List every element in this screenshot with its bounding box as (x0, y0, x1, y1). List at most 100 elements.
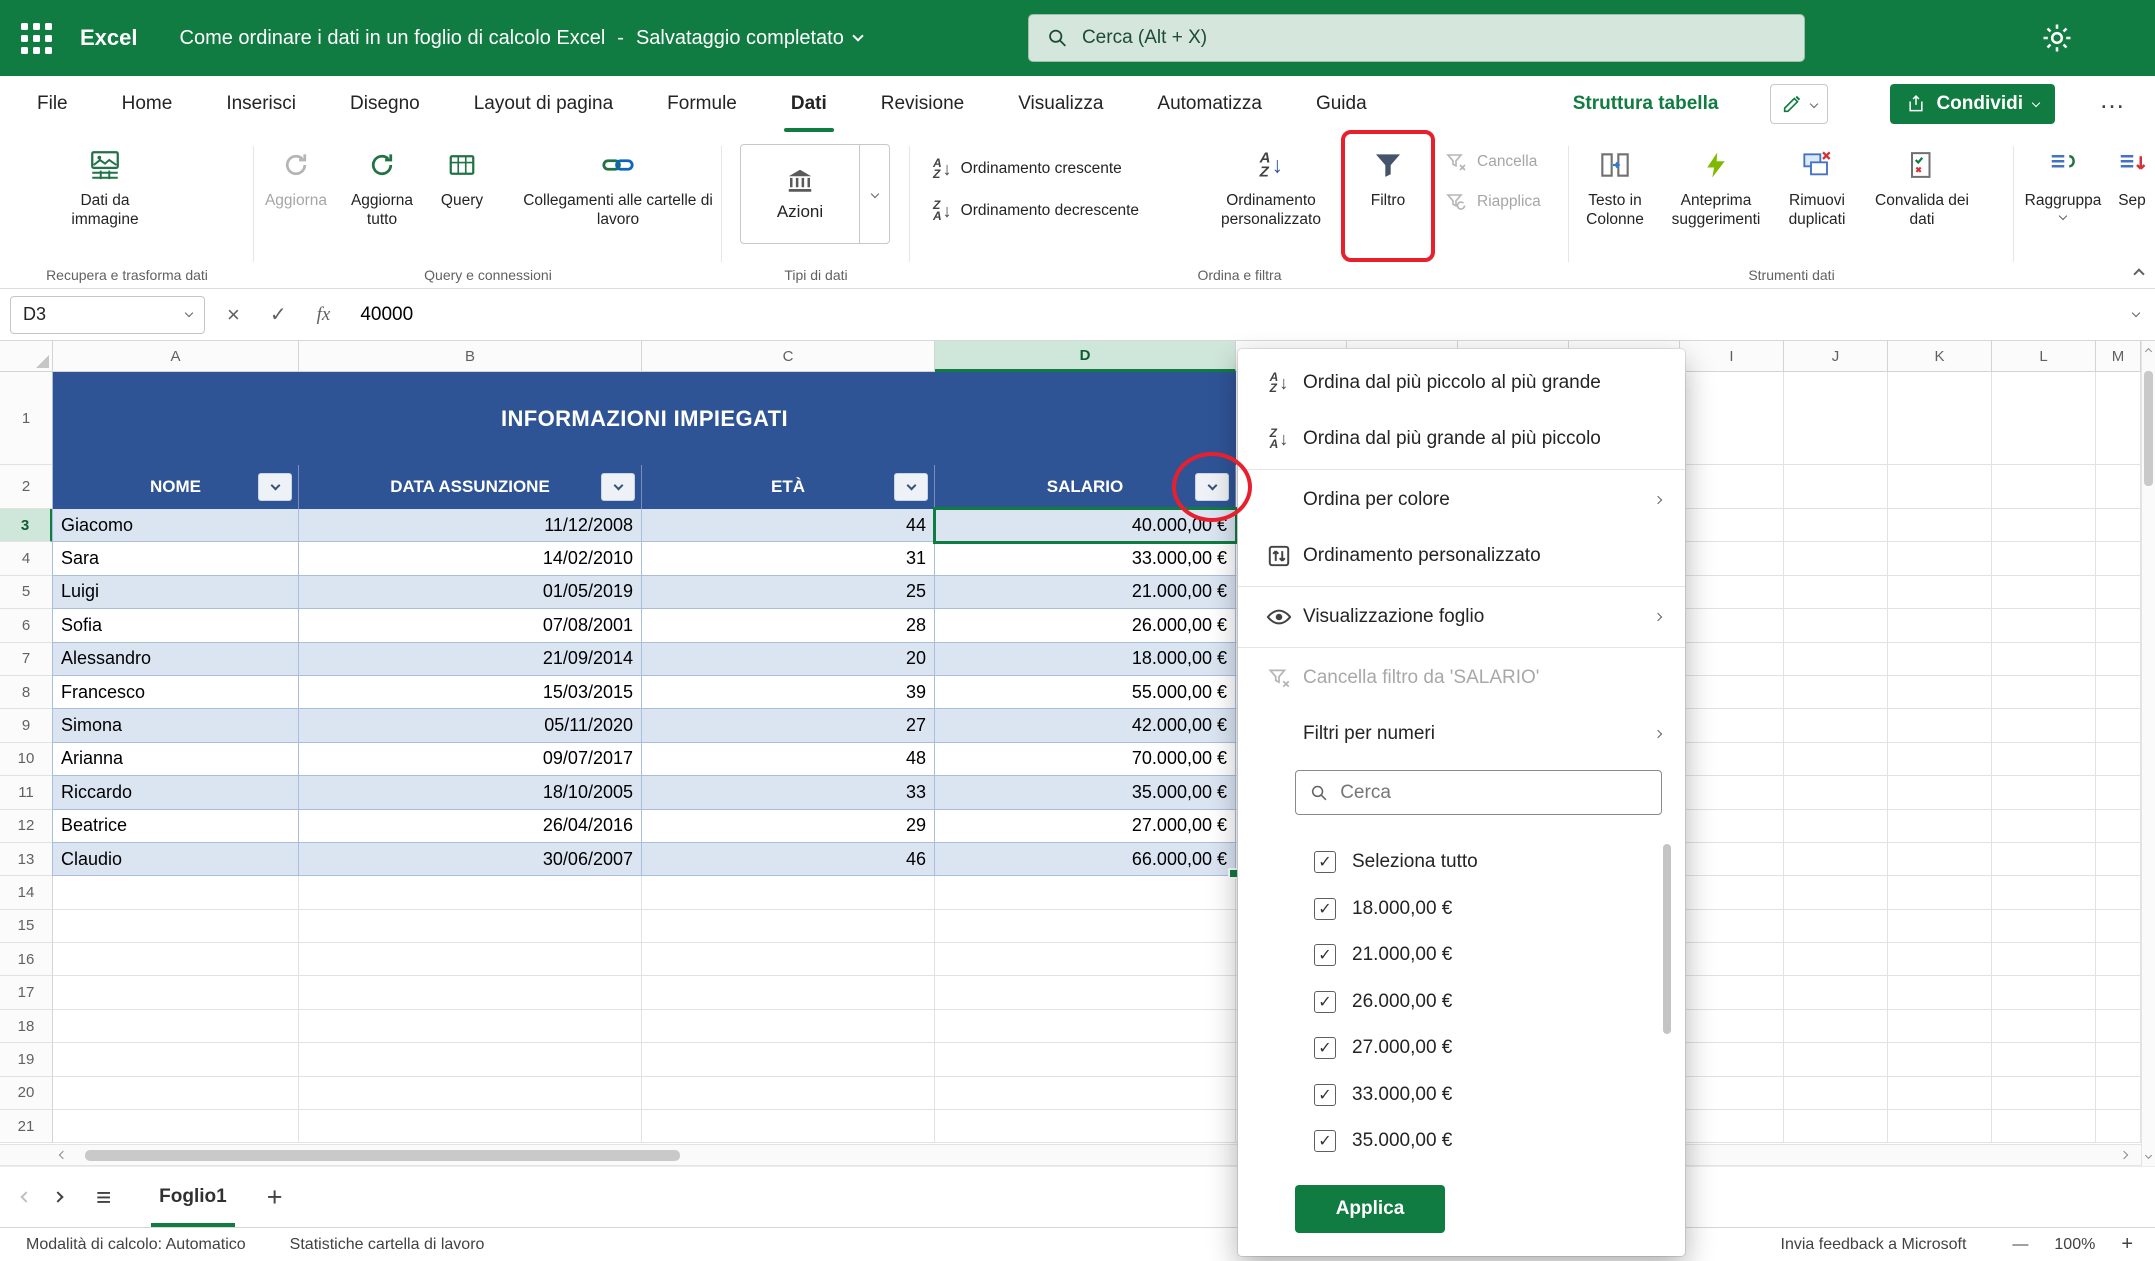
cell-M13[interactable] (2096, 842, 2141, 877)
filter-search-input[interactable] (1340, 781, 1647, 804)
cell-I19[interactable] (1680, 1043, 1784, 1077)
table-cell[interactable]: 27 (642, 709, 935, 743)
cell-I7[interactable] (1680, 642, 1784, 676)
cell-C14[interactable] (642, 876, 935, 910)
scroll-down-icon[interactable] (2144, 1151, 2153, 1160)
cell-L11[interactable] (1992, 776, 2096, 810)
feedback-link[interactable]: Invia feedback a Microsoft (1781, 1236, 1967, 1254)
cell-A15[interactable] (53, 909, 299, 944)
filter-dropdown-nome[interactable] (258, 473, 292, 501)
table-cell[interactable]: 18.000,00 € (935, 642, 1236, 676)
share-button[interactable]: Condividi (1890, 84, 2055, 124)
row-header-4[interactable]: 4 (0, 542, 53, 576)
tab-home[interactable]: Home (95, 76, 200, 132)
editing-mode-button[interactable] (1770, 84, 1829, 124)
scroll-right-icon[interactable] (2119, 1150, 2129, 1160)
cell-I11[interactable] (1680, 776, 1784, 810)
cell-K20[interactable] (1888, 1076, 1992, 1111)
cell-B20[interactable] (299, 1076, 642, 1111)
row-header-20[interactable]: 20 (0, 1076, 53, 1111)
table-cell[interactable]: Beatrice (53, 809, 299, 843)
menu-sort-by-color[interactable]: Ordina per colore (1238, 472, 1685, 528)
save-status-button[interactable]: Salvataggio completato (636, 27, 864, 50)
cell-B14[interactable] (299, 876, 642, 910)
cell-M4[interactable] (2096, 542, 2141, 576)
all-sheets-icon[interactable]: ≡ (96, 1184, 111, 1210)
cell-M21[interactable] (2096, 1110, 2141, 1144)
cell-J5[interactable] (1784, 575, 1888, 610)
cell-L7[interactable] (1992, 642, 2096, 676)
table-cell[interactable]: 05/11/2020 (299, 709, 642, 743)
cell-M15[interactable] (2096, 909, 2141, 944)
cell-K7[interactable] (1888, 642, 1992, 676)
global-search[interactable] (1028, 14, 1805, 62)
table-cell[interactable]: Simona (53, 709, 299, 743)
cell-L14[interactable] (1992, 876, 2096, 910)
row-header-15[interactable]: 15 (0, 909, 53, 944)
query-button[interactable]: Query (426, 132, 498, 288)
cell-D15[interactable] (935, 909, 1236, 944)
tab-formule[interactable]: Formule (640, 76, 764, 132)
cell-B15[interactable] (299, 909, 642, 944)
cell-K19[interactable] (1888, 1043, 1992, 1077)
tab-inserisci[interactable]: Inserisci (199, 76, 323, 132)
cell-B17[interactable] (299, 976, 642, 1010)
search-input[interactable] (1081, 27, 1786, 49)
cell-M19[interactable] (2096, 1043, 2141, 1077)
cell-A16[interactable] (53, 943, 299, 977)
refresh-button[interactable]: Aggiorna (254, 132, 338, 288)
row-header-19[interactable]: 19 (0, 1043, 53, 1077)
cell-M14[interactable] (2096, 876, 2141, 910)
row-header-8[interactable]: 8 (0, 675, 53, 710)
table-cell[interactable]: 70.000,00 € (935, 742, 1236, 777)
sheet-tab-foglio1[interactable]: Foglio1 (139, 1167, 247, 1227)
cell-J17[interactable] (1784, 976, 1888, 1010)
name-box[interactable]: D3 (10, 295, 205, 334)
tab-guida[interactable]: Guida (1289, 76, 1394, 132)
refresh-all-button[interactable]: Aggiorna tutto (338, 132, 426, 288)
table-cell[interactable]: 46 (642, 842, 935, 877)
cell-C17[interactable] (642, 976, 935, 1010)
column-header-I[interactable]: I (1680, 341, 1784, 372)
cell-K18[interactable] (1888, 1009, 1992, 1044)
table-cell[interactable]: 14/02/2010 (299, 542, 642, 576)
filter-dropdown-salario[interactable] (1195, 473, 1229, 501)
cell-B19[interactable] (299, 1043, 642, 1077)
cell-J2[interactable] (1784, 465, 1888, 509)
cell-D17[interactable] (935, 976, 1236, 1010)
data-types-gallery[interactable]: Azioni (740, 144, 890, 244)
cell-J6[interactable] (1784, 609, 1888, 643)
table-cell[interactable]: 40.000,00 € (935, 509, 1236, 543)
data-validation-button[interactable]: Convalida dei dati (1863, 132, 1981, 288)
table-cell[interactable]: 21/09/2014 (299, 642, 642, 676)
cell-I4[interactable] (1680, 542, 1784, 576)
formula-input[interactable]: 40000 (360, 304, 413, 326)
table-cell[interactable]: 48 (642, 742, 935, 777)
table-cell[interactable]: Giacomo (53, 509, 299, 543)
cell-K17[interactable] (1888, 976, 1992, 1010)
cell-J19[interactable] (1784, 1043, 1888, 1077)
filter-value-1[interactable]: ✓ 21.000,00 € (1238, 932, 1685, 979)
cell-K1[interactable] (1888, 372, 1992, 465)
table-cell[interactable]: 15/03/2015 (299, 675, 642, 710)
row-header-17[interactable]: 17 (0, 976, 53, 1010)
insert-function-button[interactable]: fx (317, 304, 331, 326)
data-from-image-button[interactable]: Dati da immagine (40, 132, 170, 229)
table-cell[interactable]: 09/07/2017 (299, 742, 642, 777)
cell-K13[interactable] (1888, 842, 1992, 877)
next-sheet-icon[interactable] (52, 1191, 64, 1203)
table-cell[interactable]: 29 (642, 809, 935, 843)
filter-value-5[interactable]: ✓ 35.000,00 € (1238, 1118, 1685, 1165)
vertical-scroll-thumb[interactable] (2144, 371, 2153, 486)
checkbox-checked-icon[interactable]: ✓ (1314, 990, 1336, 1013)
cell-J13[interactable] (1784, 842, 1888, 877)
cell-B16[interactable] (299, 943, 642, 977)
table-cell[interactable]: 26/04/2016 (299, 809, 642, 843)
cell-L1[interactable] (1992, 372, 2096, 465)
cell-L20[interactable] (1992, 1076, 2096, 1111)
clear-filter-button[interactable]: Cancella (1444, 142, 1541, 182)
cell-I1[interactable] (1680, 372, 1784, 465)
select-all-corner[interactable] (0, 341, 53, 372)
tab-dati[interactable]: Dati (764, 76, 854, 132)
table-cell[interactable]: 33.000,00 € (935, 542, 1236, 576)
